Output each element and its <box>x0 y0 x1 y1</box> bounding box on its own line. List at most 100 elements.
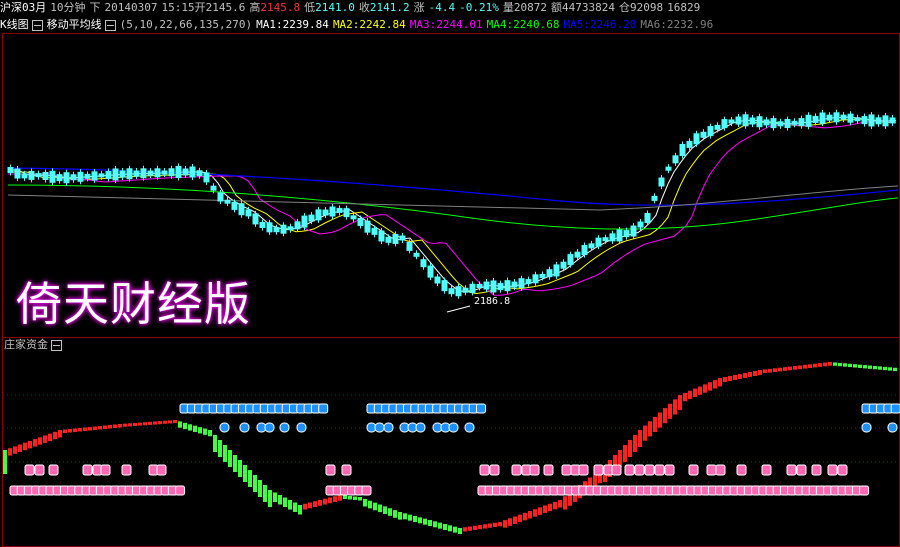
candle-body <box>679 144 686 156</box>
candle-body <box>35 173 42 178</box>
signal-icon <box>861 422 872 433</box>
candle-body <box>574 251 581 258</box>
candle-body <box>742 114 749 127</box>
candle-body <box>133 170 140 177</box>
candle-body <box>189 166 196 178</box>
candle-body <box>875 117 882 125</box>
candle-body <box>840 114 847 120</box>
signal-icon <box>761 464 772 476</box>
candle-body <box>490 280 497 293</box>
candle-body <box>420 259 427 268</box>
candle-body <box>448 288 455 295</box>
candle-body <box>819 112 826 124</box>
candle-body <box>791 120 798 125</box>
candle-body <box>147 170 154 176</box>
candle-body <box>714 124 721 130</box>
candle-body <box>98 173 105 178</box>
candle-body <box>245 209 252 217</box>
watermark: 倚天财经版 <box>16 277 251 331</box>
signal-icon <box>827 464 838 476</box>
candle-body <box>525 279 532 285</box>
signal-icon <box>341 464 352 476</box>
signal-icon <box>264 422 275 433</box>
candle-body <box>497 283 504 291</box>
candle-body <box>882 115 889 127</box>
candle-body <box>154 168 161 178</box>
signal-icon <box>361 485 372 496</box>
candle-body <box>343 208 350 218</box>
candle-body <box>14 168 21 179</box>
candle-body <box>504 280 511 292</box>
candle-body <box>49 170 56 183</box>
candle-body <box>105 170 112 179</box>
signal-icon <box>664 464 675 476</box>
candle-body <box>588 243 595 249</box>
candle-body <box>665 166 672 171</box>
low-marker-label: 2186.8 <box>474 296 510 307</box>
candle-body <box>217 192 224 202</box>
candle-body <box>833 112 840 123</box>
signal-icon <box>837 464 848 476</box>
candle-body <box>259 222 266 228</box>
candle-body <box>854 117 861 122</box>
candle-body <box>399 235 406 241</box>
candle-body <box>777 121 784 127</box>
candle-body <box>322 209 329 216</box>
candle-body <box>728 119 735 124</box>
candle-body <box>350 215 357 220</box>
candle-body <box>672 155 679 164</box>
candle-body <box>595 237 602 247</box>
candle-body <box>616 229 623 242</box>
candle-body <box>287 226 294 231</box>
signal-icon <box>654 464 665 476</box>
candle-body <box>749 117 756 125</box>
candle-body <box>91 171 98 181</box>
candle-body <box>861 116 868 125</box>
candle-body <box>651 195 658 201</box>
candle-body <box>203 172 210 183</box>
candle-body <box>889 117 896 124</box>
candle-body <box>441 280 448 292</box>
candle-body <box>434 276 441 284</box>
candle-body <box>77 171 84 182</box>
signal-icon <box>736 464 747 476</box>
candle-body <box>301 215 308 228</box>
candle-body <box>826 114 833 121</box>
candle-body <box>308 214 315 222</box>
candle-body <box>609 233 616 242</box>
candle-body <box>280 224 287 234</box>
candle-body <box>406 241 413 251</box>
candle-body <box>84 173 91 179</box>
signal-icon <box>543 464 554 476</box>
signal-icon <box>279 422 290 433</box>
candle-body <box>231 201 238 210</box>
signal-icon <box>529 464 540 476</box>
signal-icon <box>175 485 186 496</box>
ma4-line <box>7 184 899 230</box>
candle-body <box>371 227 378 235</box>
signal-icon <box>887 422 898 433</box>
candle-body <box>630 225 637 237</box>
candle-body <box>427 265 434 278</box>
signal-icon <box>383 422 394 433</box>
candle-body <box>602 237 609 242</box>
signal-icon <box>561 464 572 476</box>
signal-icon <box>688 464 699 476</box>
signal-icon <box>325 464 336 476</box>
signal-icon <box>464 422 475 433</box>
candle-body <box>7 167 14 173</box>
candle-body <box>756 116 763 128</box>
signal-icon <box>156 464 167 476</box>
candle-body <box>161 170 168 175</box>
candle-body <box>560 261 567 269</box>
candle-body <box>21 173 28 179</box>
signal-icon <box>48 464 59 476</box>
candle-body <box>658 177 665 187</box>
candle-body <box>238 203 245 216</box>
candle-body <box>28 170 35 180</box>
candle-body <box>546 269 553 278</box>
signal-icon <box>415 422 426 433</box>
signal-icon <box>811 464 822 476</box>
candle-body <box>112 168 119 181</box>
candle-body <box>637 221 644 228</box>
